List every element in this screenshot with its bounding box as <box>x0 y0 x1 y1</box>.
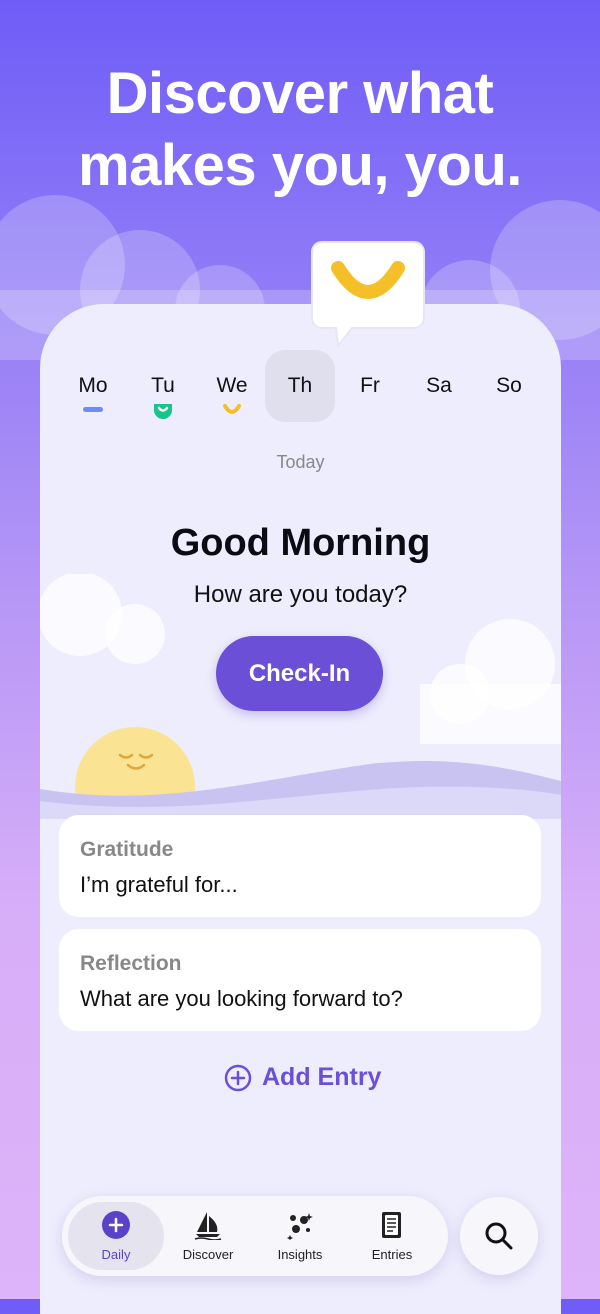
plus-circle-icon <box>102 1211 130 1239</box>
add-entry-label: Add Entry <box>262 1063 382 1091</box>
day-label: We <box>216 374 248 397</box>
day-sa[interactable]: Sa <box>404 350 474 422</box>
day-label: Mo <box>78 374 108 397</box>
journal-icon <box>382 1212 401 1238</box>
day-mo[interactable]: Mo <box>58 350 128 422</box>
day-we[interactable]: We <box>197 350 267 422</box>
tab-insights[interactable]: Insights <box>252 1202 348 1270</box>
card-prompt: I’m grateful for... <box>80 872 238 897</box>
tab-discover[interactable]: Discover <box>160 1202 256 1270</box>
day-label: Tu <box>151 374 175 397</box>
day-fr[interactable]: Fr <box>335 350 405 422</box>
card-prompt: What are you looking forward to? <box>80 986 403 1011</box>
happy-mood-icon <box>154 404 172 419</box>
sunrise-scene <box>40 727 561 819</box>
day-so[interactable]: So <box>474 350 544 422</box>
mood-question: How are you today? <box>193 581 408 608</box>
gratitude-card[interactable]: Gratitude I’m grateful for... <box>59 815 541 917</box>
day-tu[interactable]: Tu <box>128 350 198 422</box>
flat-mood-icon <box>83 407 103 412</box>
tab-label: Daily <box>101 1247 131 1262</box>
tab-bar: Daily Discover Insights Entries <box>62 1196 448 1276</box>
card-title: Gratitude <box>80 838 174 861</box>
search-button[interactable] <box>460 1197 538 1275</box>
greeting-title: Good Morning <box>170 522 431 564</box>
search-icon <box>485 1222 513 1250</box>
tab-label: Entries <box>371 1247 413 1262</box>
sparkle-dots-icon <box>287 1213 313 1240</box>
tab-label: Insights <box>277 1247 323 1262</box>
day-label: So <box>496 374 522 397</box>
day-label: Fr <box>360 374 380 397</box>
tab-daily[interactable]: Daily <box>68 1202 164 1270</box>
phone-screen: Mo Tu We Th Fr Sa So Today Good Morning … <box>40 304 561 1314</box>
day-label: Sa <box>426 374 452 397</box>
plus-circle-icon <box>224 1064 252 1092</box>
week-day-selector: Mo Tu We Th Fr Sa So <box>58 350 543 422</box>
tab-entries[interactable]: Entries <box>344 1202 440 1270</box>
day-label: Th <box>287 374 313 397</box>
reflection-card[interactable]: Reflection What are you looking forward … <box>59 929 541 1031</box>
day-th[interactable]: Th <box>265 350 335 422</box>
smile-mood-icon <box>223 404 241 414</box>
sailboat-icon <box>194 1212 222 1240</box>
tab-label: Discover <box>182 1247 234 1262</box>
check-in-button[interactable]: Check-In <box>216 636 383 711</box>
card-title: Reflection <box>80 952 182 975</box>
headline-line-1: Discover what <box>106 61 494 126</box>
today-label: Today <box>276 452 325 472</box>
mood-bubble-icon <box>311 241 425 349</box>
